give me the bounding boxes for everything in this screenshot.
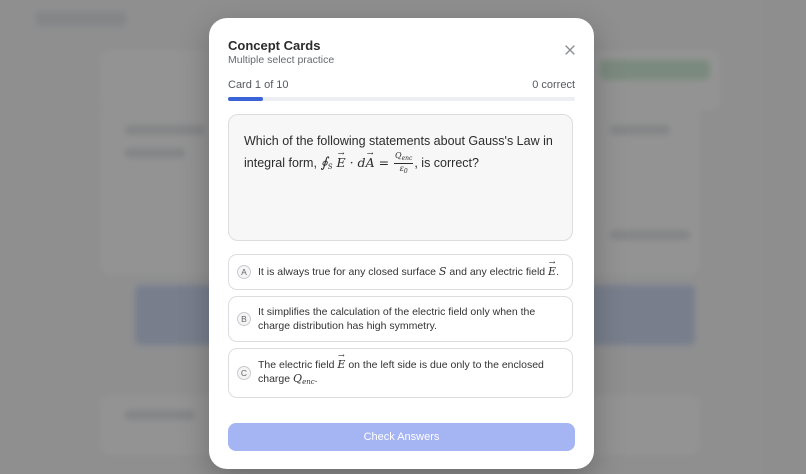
math-q-enc: Qenc [293, 371, 315, 386]
option-text-part: and any electric field [449, 266, 546, 278]
formula-q-sub: enc [401, 155, 413, 162]
formula-equals: = [374, 155, 394, 170]
option-text-part: It is always true for any closed surface [258, 266, 436, 278]
question-text-end: , is correct? [414, 156, 479, 170]
formula-surface: S [327, 163, 333, 171]
formula-numerator: Qenc [394, 152, 414, 164]
modal-title: Concept Cards [228, 38, 321, 53]
math-q: Q [293, 371, 303, 385]
question-card: Which of the following statements about … [228, 114, 573, 241]
option-text: The electric field E on the left side is… [258, 358, 562, 389]
option-text: It simplifies the calculation of the ele… [258, 306, 536, 332]
gauss-law-formula: ∮S E · dA = Qencε0 [320, 152, 414, 175]
close-button[interactable] [562, 42, 578, 58]
close-icon [565, 45, 575, 55]
option-text: It is always true for any closed surface… [258, 265, 559, 279]
math-s: S [438, 265, 447, 278]
formula-denominator: ε0 [400, 164, 408, 175]
option-b[interactable]: B It simplifies the calculation of the e… [228, 296, 573, 342]
option-text-part: . [314, 372, 318, 385]
option-letter: C [237, 366, 251, 380]
formula-epsilon-sub: 0 [403, 168, 408, 175]
option-a[interactable]: A It is always true for any closed surfa… [228, 254, 573, 290]
math-e-vector: E [548, 265, 556, 279]
option-text-part: . [556, 266, 559, 278]
option-c[interactable]: C The electric field E on the left side … [228, 348, 573, 398]
modal-subtitle: Multiple select practice [228, 54, 335, 66]
option-text-part: The electric field [258, 358, 335, 371]
formula-a-vector: A [366, 152, 375, 174]
formula-integral: ∮ [320, 155, 328, 171]
progress-bar [228, 97, 575, 101]
option-letter: A [237, 265, 251, 279]
progress-fill [228, 97, 263, 101]
formula-dot: · d [345, 155, 366, 170]
correct-count: 0 correct [532, 79, 575, 91]
check-answers-button[interactable]: Check Answers [228, 423, 575, 451]
card-counter: Card 1 of 10 [228, 79, 289, 91]
math-e-vector: E [337, 358, 345, 372]
concept-cards-modal: Concept Cards Multiple select practice C… [209, 18, 594, 469]
formula-fraction: Qenc ε0 [394, 152, 414, 175]
formula-e-vector: E [337, 152, 346, 174]
math-q-sub: enc [302, 377, 315, 386]
option-letter: B [237, 312, 251, 326]
